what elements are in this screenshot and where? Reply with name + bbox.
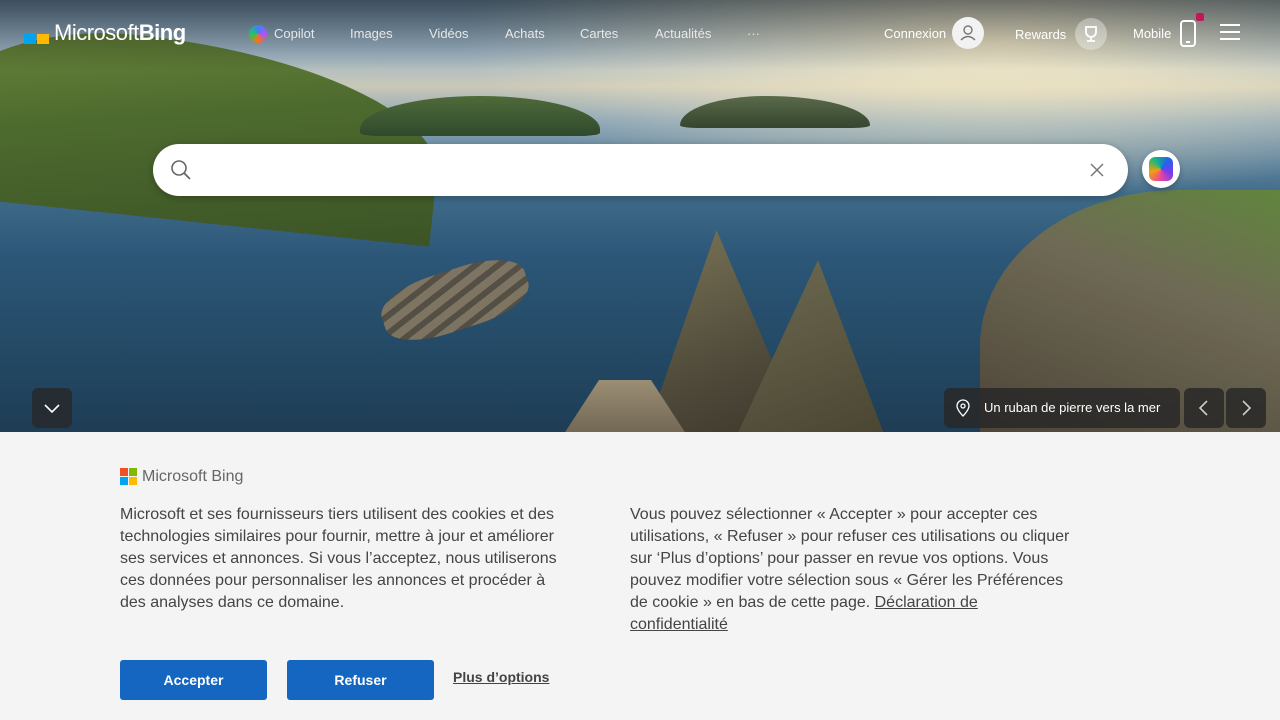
cookie-consent-banner: Microsoft Bing Microsoft et ses fourniss… [0,432,1280,720]
hero-rocks [374,248,536,352]
menu-line [1220,31,1240,33]
sign-in-button[interactable]: Connexion [884,26,946,41]
previous-image-chevron-left-icon[interactable] [1184,388,1224,428]
menu-line [1220,38,1240,40]
cookie-description: Microsoft et ses fournisseurs tiers util… [120,506,557,611]
cookie-options-text: Vous pouvez sélectionner « Accepter » po… [630,506,1070,611]
logo-tile-yellow [37,34,49,44]
logo-square-red [120,468,128,476]
microsoft-logo-icon[interactable] [24,24,50,44]
next-image-chevron-right-icon[interactable] [1226,388,1266,428]
logo-square-green [129,468,137,476]
logo-text-microsoft: Microsoft [54,20,139,45]
image-caption[interactable]: Un ruban de pierre vers la mer [984,400,1160,415]
bing-logo[interactable]: MicrosoftBing [54,20,186,46]
nav-shopping[interactable]: Achats [505,26,545,41]
logo-square-blue [120,477,128,485]
expand-chevron-down-icon[interactable] [32,388,72,428]
rewards-trophy-icon[interactable] [1075,18,1107,50]
mobile-link[interactable]: Mobile [1133,26,1171,41]
trophy-icon [1085,26,1097,42]
location-pin-icon[interactable] [956,399,970,417]
header: MicrosoftBing Copilot Images Vidéos Acha… [0,0,1280,64]
cookie-options-description: Vous pouvez sélectionner « Accepter » po… [630,504,1080,636]
user-icon [960,25,976,41]
mobile-phone-icon[interactable] [1180,20,1196,47]
search-input[interactable] [201,156,1077,184]
copilot-logo-icon [1149,157,1173,181]
nav-images[interactable]: Images [350,26,393,41]
copilot-search-button[interactable] [1142,150,1180,188]
copilot-icon[interactable] [249,25,267,43]
hamburger-menu-icon[interactable] [1220,24,1240,40]
logo-tile-blue [24,34,36,44]
logo-square-yellow [129,477,137,485]
notification-badge[interactable] [1196,13,1204,21]
avatar-icon[interactable] [952,17,984,49]
rewards-button[interactable]: Rewards [1015,27,1066,42]
hero-island-far [680,96,870,128]
hero-island [360,96,600,136]
menu-line [1220,24,1240,26]
search-box [153,144,1128,196]
nav-more[interactable]: ··· [747,26,760,41]
image-caption-box[interactable]: Un ruban de pierre vers la mer [944,388,1180,428]
hero-background-image [0,0,1280,432]
more-options-link[interactable]: Plus d’options [453,669,549,685]
cookie-logo-text: Microsoft Bing [142,468,244,485]
nav-videos[interactable]: Vidéos [429,26,469,41]
search-icon[interactable] [169,158,193,182]
refuse-button[interactable]: Refuser [287,660,434,700]
accept-button[interactable]: Accepter [120,660,267,700]
nav-copilot[interactable]: Copilot [274,26,314,41]
nav-news[interactable]: Actualités [655,26,711,41]
logo-text-bing: Bing [138,20,186,45]
nav-maps[interactable]: Cartes [580,26,618,41]
clear-search-icon[interactable] [1085,158,1109,182]
